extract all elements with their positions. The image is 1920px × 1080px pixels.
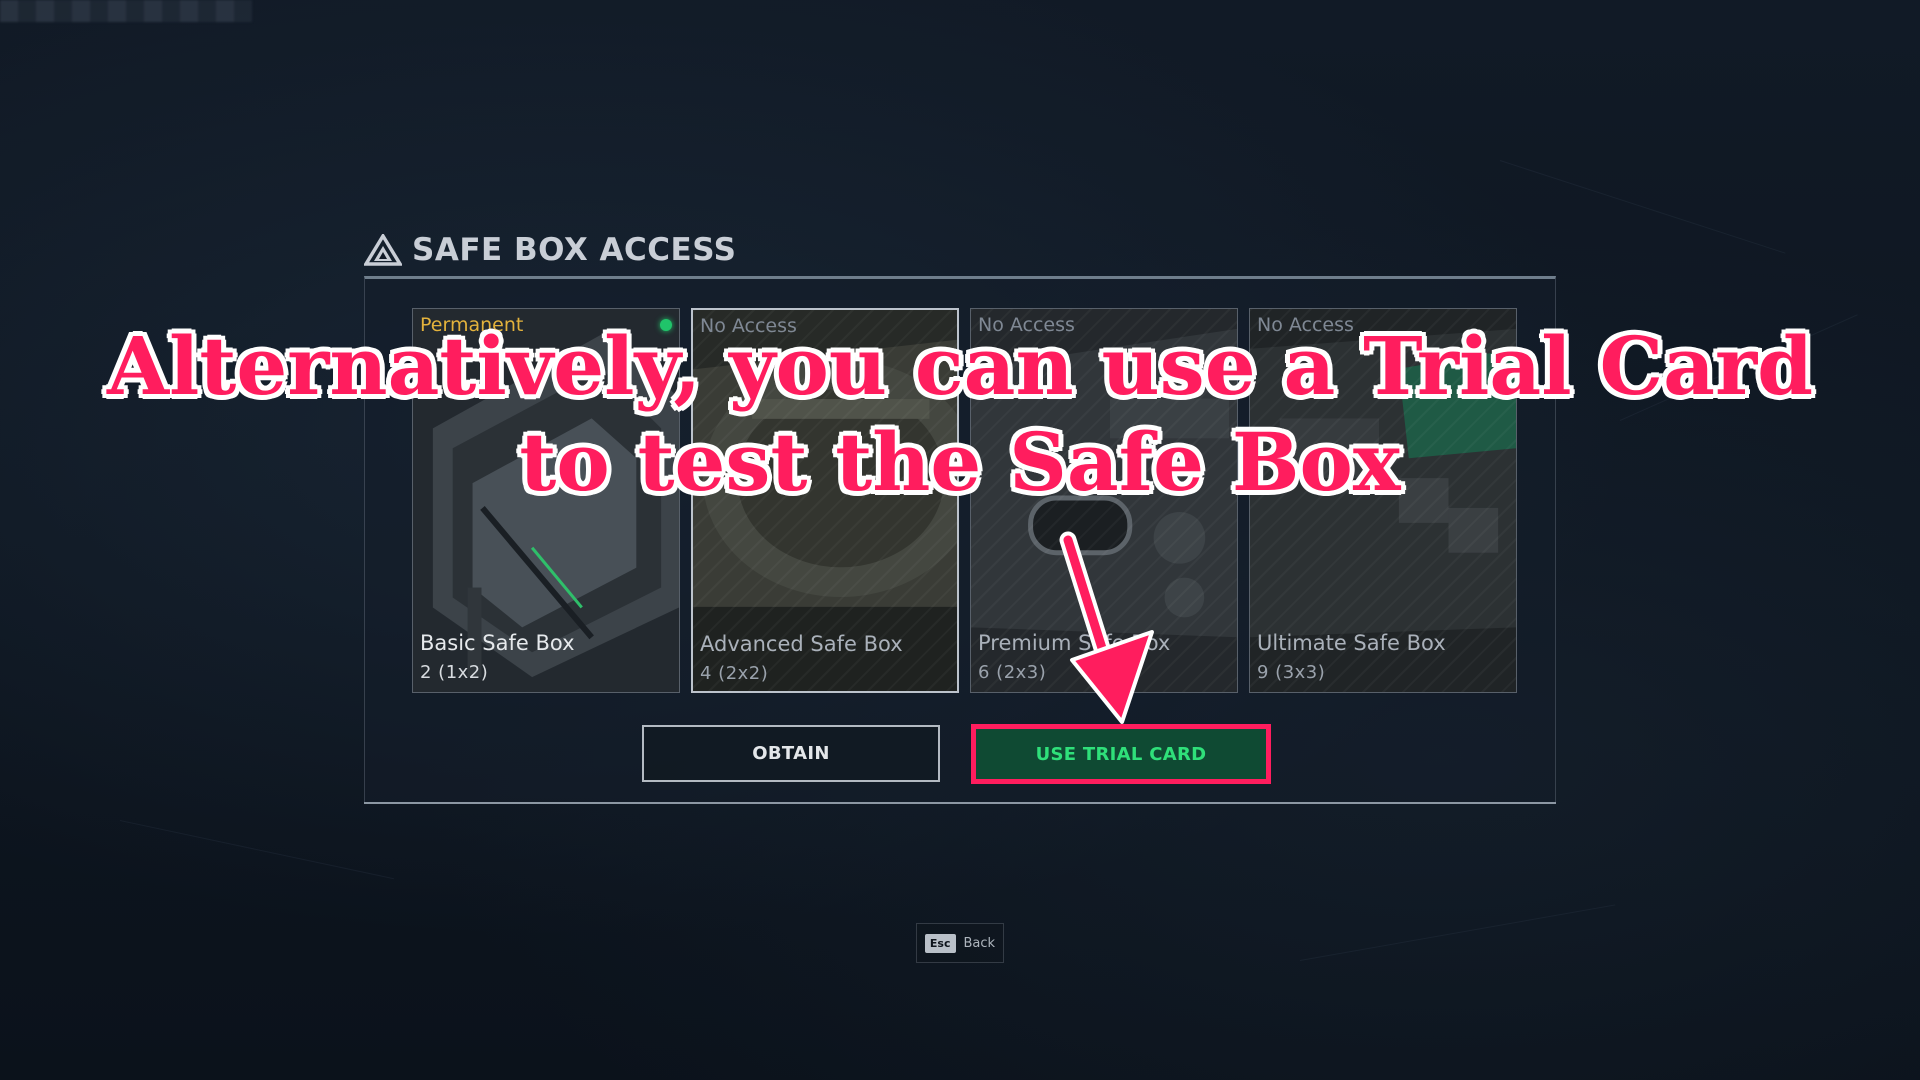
use-trial-card-button[interactable]: USE TRIAL CARD	[971, 724, 1271, 784]
card-advanced-safe-box[interactable]: No Access Advanced Safe Box 4 (2x2)	[691, 308, 959, 693]
card-status: No Access	[700, 315, 797, 337]
card-name: Ultimate Safe Box	[1257, 631, 1446, 655]
triangle-logo-icon	[364, 234, 402, 266]
background-texture-line	[1499, 160, 1786, 254]
card-premium-safe-box[interactable]: No Access Premium Safe Box 6 (2x3)	[970, 308, 1238, 693]
esc-key-icon: Esc	[924, 933, 956, 953]
card-capacity: 6 (2x3)	[978, 662, 1047, 683]
card-capacity: 4 (2x2)	[700, 663, 769, 684]
card-basic-safe-box[interactable]: Permanent Basic Safe Box 2 (1x2)	[412, 308, 680, 693]
background-texture-line	[119, 820, 394, 880]
back-label: Back	[963, 935, 996, 951]
blurred-top-left-text	[0, 0, 252, 22]
equipped-indicator	[660, 319, 672, 331]
obtain-button[interactable]: OBTAIN	[642, 725, 940, 782]
card-status: Permanent	[420, 314, 524, 336]
card-name: Basic Safe Box	[420, 631, 575, 655]
card-name: Premium Safe Box	[978, 631, 1171, 655]
card-capacity: 2 (1x2)	[420, 662, 489, 683]
card-capacity: 9 (3x3)	[1257, 662, 1326, 683]
card-ultimate-safe-box[interactable]: No Access Ultimate Safe Box 9 (3x3)	[1249, 308, 1517, 693]
back-button[interactable]: Esc Back	[916, 923, 1004, 963]
card-status: No Access	[978, 314, 1075, 336]
panel-title: SAFE BOX ACCESS	[412, 232, 737, 268]
background-texture-line	[1299, 904, 1616, 961]
game-screen: SAFE BOX ACCESS Permanent Basic Safe Box…	[0, 0, 1920, 1080]
card-status: No Access	[1257, 314, 1354, 336]
background-texture-line	[1619, 314, 1858, 421]
panel-divider	[364, 802, 1556, 804]
card-name: Advanced Safe Box	[700, 632, 903, 656]
panel-header: SAFE BOX ACCESS	[364, 232, 736, 268]
